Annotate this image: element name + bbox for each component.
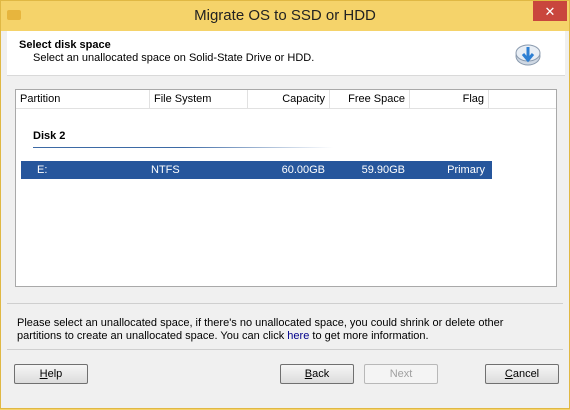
- table-row[interactable]: E: NTFS 60.00GB 59.90GB Primary: [21, 161, 492, 179]
- cancel-button[interactable]: Cancel: [485, 364, 559, 384]
- cancel-button-label: C: [504, 368, 513, 380]
- column-free-space[interactable]: Free Space: [330, 90, 410, 108]
- cell-file-system: NTFS: [151, 164, 180, 176]
- column-file-system[interactable]: File System: [150, 90, 248, 108]
- info-text: Please select an unallocated space, if t…: [17, 317, 547, 343]
- divider: [7, 349, 563, 350]
- partition-list[interactable]: Partition File System Capacity Free Spac…: [15, 89, 557, 287]
- disk-download-icon: [515, 44, 541, 66]
- page-header: Select disk space Select an unallocated …: [7, 31, 565, 76]
- info-text-part: Please select an unallocated space, if t…: [17, 317, 504, 342]
- title-bar[interactable]: Migrate OS to SSD or HDD ✕: [1, 1, 569, 31]
- back-button-label: B: [304, 368, 313, 380]
- info-text-part: to get more information.: [309, 330, 429, 342]
- header-title: Select disk space: [19, 39, 111, 51]
- disk-divider: [33, 147, 333, 148]
- cell-flag: Primary: [447, 164, 485, 176]
- header-subtitle: Select an unallocated space on Solid-Sta…: [33, 52, 315, 64]
- column-partition[interactable]: Partition: [16, 90, 150, 108]
- cell-free-space: 59.90GB: [361, 164, 405, 176]
- help-button[interactable]: Help: [14, 364, 88, 384]
- close-button[interactable]: ✕: [533, 1, 567, 21]
- help-button-label: H: [39, 368, 48, 380]
- list-header: Partition File System Capacity Free Spac…: [16, 90, 556, 109]
- cell-partition: E:: [37, 164, 48, 176]
- window-title: Migrate OS to SSD or HDD: [194, 7, 376, 24]
- help-link[interactable]: here: [287, 330, 309, 342]
- next-button[interactable]: Next: [364, 364, 438, 384]
- cancel-button-label: ancel: [512, 368, 540, 380]
- column-flag[interactable]: Flag: [410, 90, 489, 108]
- back-button-label: ack: [312, 368, 330, 380]
- disk-label[interactable]: Disk 2: [33, 130, 65, 142]
- column-capacity[interactable]: Capacity: [248, 90, 330, 108]
- migrate-dialog: Migrate OS to SSD or HDD ✕ Select disk s…: [0, 0, 570, 409]
- help-button-label: elp: [47, 368, 63, 380]
- cell-capacity: 60.00GB: [281, 164, 325, 176]
- divider: [7, 303, 563, 304]
- back-button[interactable]: Back: [280, 364, 354, 384]
